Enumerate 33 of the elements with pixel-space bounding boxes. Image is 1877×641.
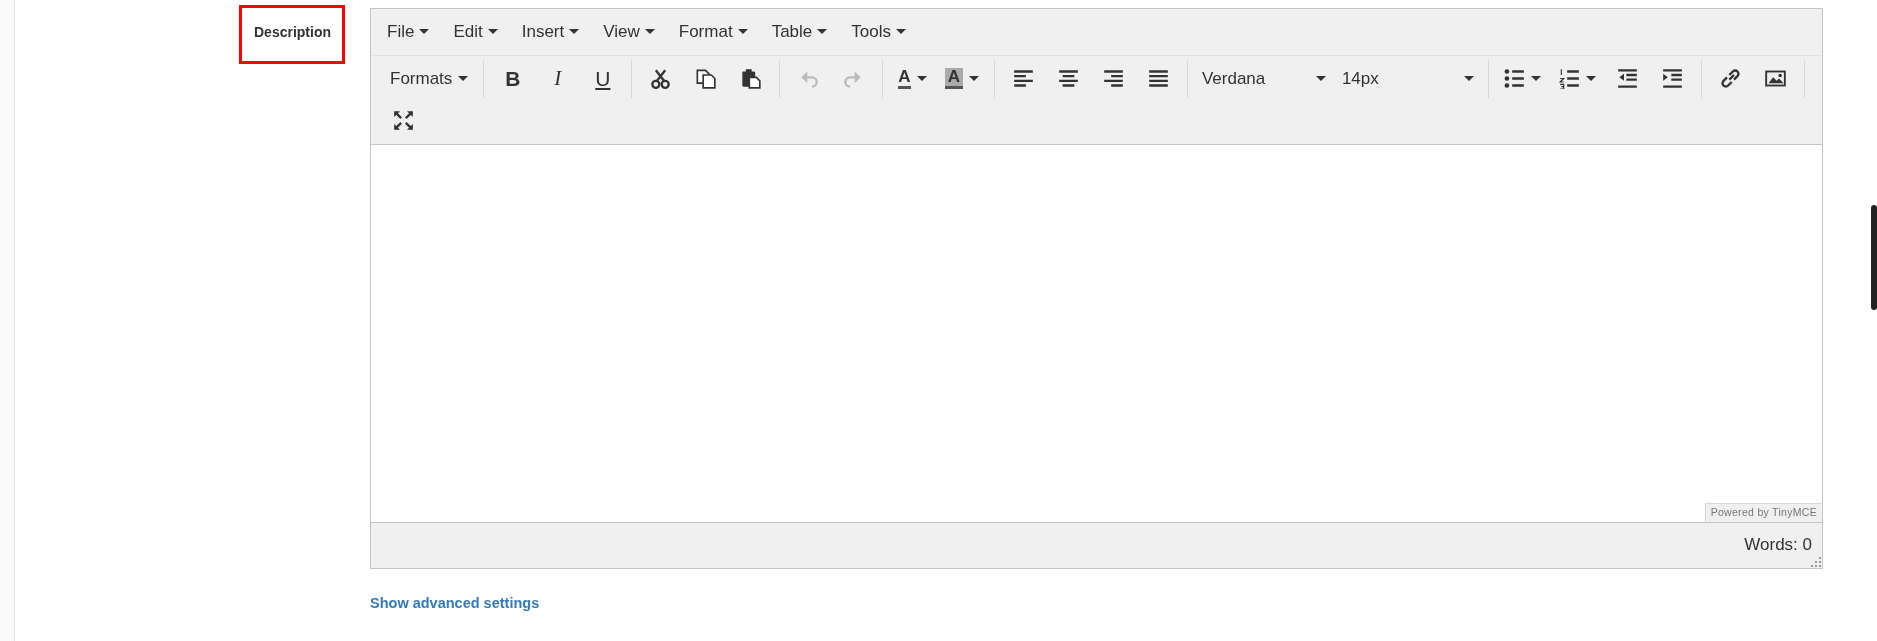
menu-button[interactable]: View [591,12,667,52]
bullet-list-icon [1503,68,1525,89]
show-advanced-settings-link[interactable]: Show advanced settings [370,592,540,615]
menu-button[interactable]: Insert [509,12,592,52]
branding-label: Powered by TinyMCE [1704,502,1822,522]
fullscreen-icon [393,110,414,131]
formats-dropdown[interactable]: Formats [381,60,478,97]
resize-handle-icon[interactable] [1811,556,1821,567]
copy-icon [695,68,717,89]
field-label: Description [239,5,345,64]
scissors-icon [650,68,672,89]
link-icon [1719,68,1741,89]
menu-button[interactable]: Tools [839,12,918,52]
align-center-icon [1057,68,1079,89]
indent-icon [1661,68,1683,89]
numbered-list-icon [1558,68,1580,89]
word-count: Words: 0 [1744,534,1812,557]
menu-button[interactable]: Table [759,12,840,52]
outdent-icon [1616,68,1638,89]
menu-button[interactable]: File [375,12,442,52]
align-right-icon [1102,68,1124,89]
background-color-button[interactable]: A [935,60,988,97]
letter-a-icon: A [944,67,963,90]
image-icon [1764,68,1786,89]
scrollbar-thumb[interactable] [1871,205,1877,310]
text-color-button[interactable]: A [889,60,936,97]
font-family-select[interactable]: Verdana [1193,61,1334,96]
clipboard-icon [740,68,762,89]
menu-button[interactable]: Format [666,12,760,52]
font-size-select[interactable]: 14px [1333,61,1482,96]
align-justify-icon [1147,68,1169,89]
align-left-icon [1012,68,1034,89]
menu-button[interactable]: Edit [441,12,510,52]
